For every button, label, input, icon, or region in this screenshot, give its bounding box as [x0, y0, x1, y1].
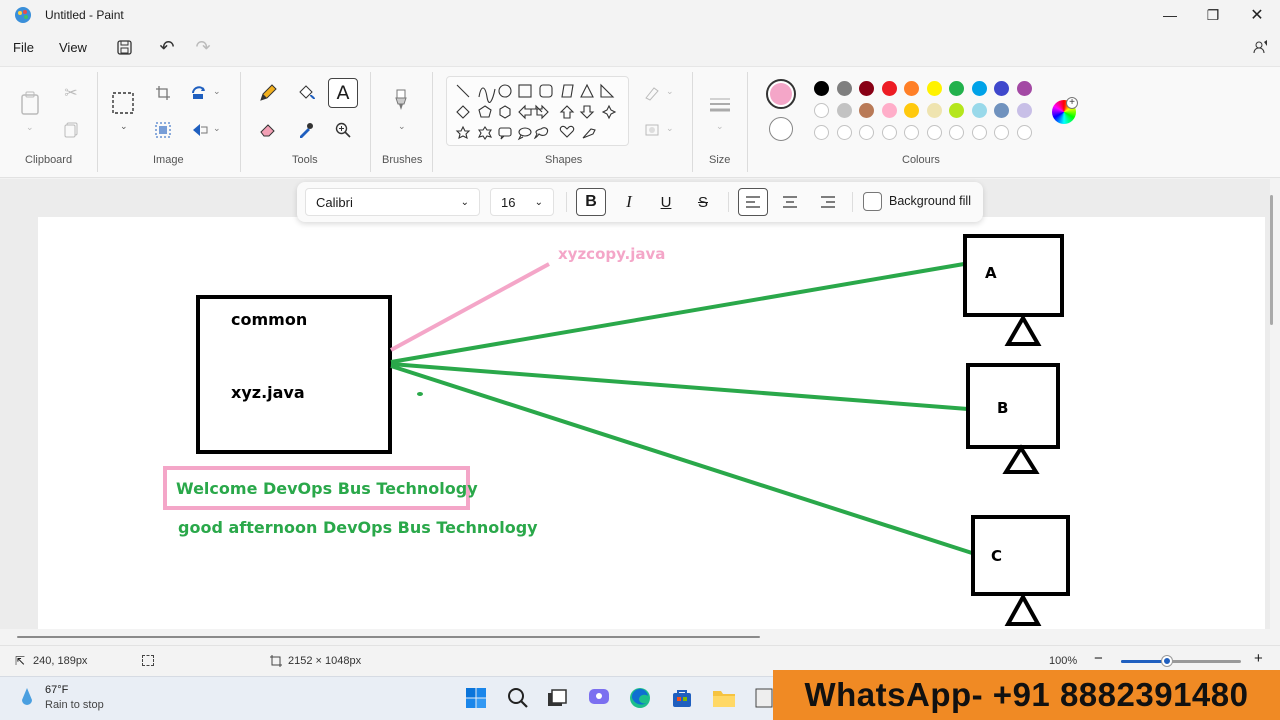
green-line-to-a: [390, 262, 965, 364]
node-stand-c: [1004, 592, 1042, 626]
canvas-text-xyz-java: xyz.java: [231, 383, 305, 402]
cursor-icon: ⇱: [15, 654, 26, 668]
chevron-down-icon: ⌄: [460, 196, 469, 208]
green-dot: [417, 392, 423, 396]
background-fill-checkbox[interactable]: [863, 192, 882, 211]
align-left-button[interactable]: [738, 188, 768, 216]
task-view-icon[interactable]: [546, 688, 568, 711]
chevron-down-icon: ⌄: [534, 196, 543, 208]
toolbar-separator: [852, 192, 853, 212]
file-explorer-icon[interactable]: [712, 687, 736, 712]
italic-button[interactable]: I: [615, 188, 643, 216]
align-center-button[interactable]: [776, 188, 804, 216]
align-right-button[interactable]: [814, 188, 842, 216]
node-box-a: [963, 234, 1064, 317]
canvas-text-common: common: [231, 310, 308, 329]
strikethrough-button[interactable]: S: [689, 188, 717, 216]
bold-button[interactable]: B: [576, 188, 606, 216]
canvas-text-afternoon: good afternoon DevOps Bus Technology: [178, 518, 538, 537]
canvas-size: 2152 × 1048px: [288, 655, 362, 667]
toolbar-separator: [728, 192, 729, 212]
windows-start-icon[interactable]: [465, 687, 487, 712]
whatsapp-contact-banner: WhatsApp- +91 8882391480: [773, 670, 1280, 720]
font-size-value: 16: [501, 194, 516, 210]
node-label-c: C: [991, 547, 1003, 565]
cursor-position: 240, 189px: [33, 655, 88, 667]
zoom-level: 100%: [1049, 655, 1078, 667]
font-size-dropdown[interactable]: 16 ⌄: [490, 188, 554, 216]
canvas-text-xyzcopy: xyzcopy.java: [558, 245, 666, 263]
node-label-b: B: [997, 399, 1009, 417]
node-stand-a: [1004, 313, 1042, 346]
green-line-to-b: [390, 362, 969, 411]
node-box-c: [971, 515, 1070, 596]
weather-temperature: 67°F: [45, 684, 69, 696]
canvas-drawing: [163, 234, 1070, 626]
weather-icon[interactable]: [20, 686, 34, 711]
search-icon[interactable]: [507, 687, 529, 712]
zoom-in-button[interactable]: +: [1254, 650, 1263, 667]
canvas-text-welcome: Welcome DevOps Bus Technology: [176, 479, 478, 498]
zoom-slider-track[interactable]: [1121, 660, 1241, 663]
selection-size-icon: [142, 655, 154, 666]
background-fill-label: Background fill: [889, 194, 971, 208]
node-box-b: [966, 363, 1060, 449]
node-label-a: A: [985, 264, 997, 282]
edge-browser-icon[interactable]: [629, 687, 651, 712]
store-icon[interactable]: [671, 687, 693, 712]
weather-description: Rain to stop: [45, 699, 104, 711]
node-stand-b: [1002, 444, 1040, 474]
canvas-size-icon: [270, 655, 282, 670]
font-family-value: Calibri: [316, 194, 353, 210]
zoom-slider-thumb[interactable]: [1162, 656, 1172, 666]
toolbar-separator: [566, 192, 567, 212]
zoom-out-button[interactable]: −: [1094, 650, 1103, 667]
font-family-dropdown[interactable]: Calibri ⌄: [305, 188, 480, 216]
underline-button[interactable]: U: [652, 188, 680, 216]
paint-taskbar-icon[interactable]: [754, 687, 774, 712]
chat-icon[interactable]: [588, 688, 610, 711]
